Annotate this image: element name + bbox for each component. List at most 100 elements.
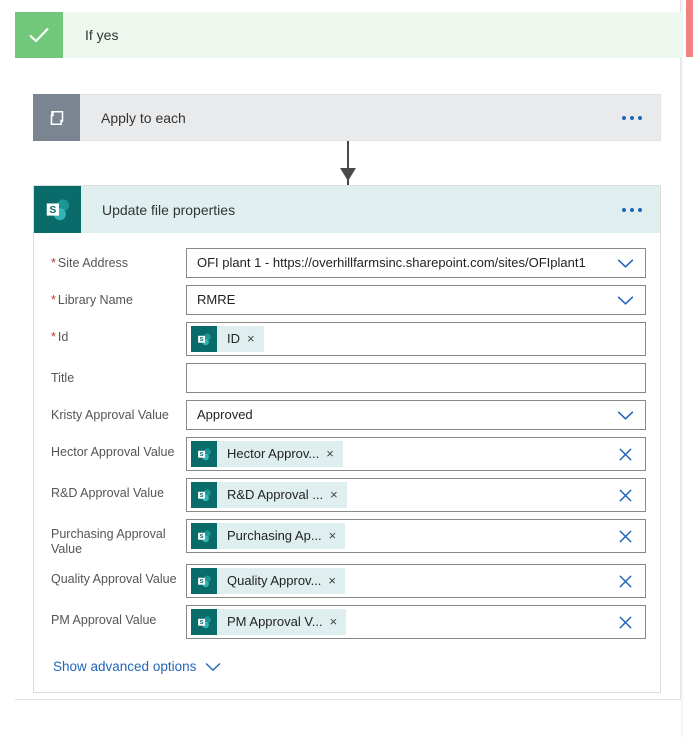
form-row: Purchasing Approval Value S Purchasing Ap.… [51,519,646,557]
svg-text:S: S [199,534,203,540]
chevron-down-icon[interactable] [605,258,645,269]
sharepoint-icon: S [191,523,217,549]
field-label: * Library Name [51,285,186,308]
dot [630,207,634,212]
form-row: Kristy Approval Value Approved [51,400,646,430]
field-label-text: Quality Approval Value [51,572,177,586]
sharepoint-icon: S [191,326,217,352]
dynamic-content-token[interactable]: S R&D Approval ... × [191,482,347,508]
clear-field-close-icon[interactable] [605,529,645,544]
field-label-text: Kristy Approval Value [51,408,169,422]
clear-field-close-icon[interactable] [605,488,645,503]
field-value[interactable]: OFI plant 1 - https://overhillfarmsinc.s… [187,249,605,277]
field-value[interactable]: Approved [187,401,605,429]
svg-text:S: S [199,579,203,585]
field-token-input[interactable]: S Quality Approv... × [186,564,646,598]
connector-arrow-icon [340,168,356,181]
token-remove-icon[interactable]: × [328,568,345,594]
dot [638,115,642,120]
token-remove-icon[interactable]: × [329,523,346,549]
svg-text:S: S [199,493,203,499]
field-token-input[interactable]: S ID × [186,322,646,356]
field-label: Purchasing Approval Value [51,519,186,557]
flow-designer-canvas: If yes Apply to each S Update file prope… [0,0,695,737]
token-label: Quality Approv... [227,573,322,588]
sharepoint-icon: S [191,441,217,467]
form-row: Title [51,363,646,393]
dot [622,115,626,120]
chevron-down-icon[interactable] [605,295,645,306]
apply-to-each-title: Apply to each [101,109,186,126]
dot [622,207,626,212]
token-label: R&D Approval ... [227,487,324,502]
chevron-down-icon[interactable] [605,410,645,421]
field-dropdown[interactable]: RMRE [186,285,646,315]
field-token-input[interactable]: S PM Approval V... × [186,605,646,639]
field-label: * Id [51,322,186,345]
if-yes-label: If yes [85,27,119,43]
dynamic-content-token[interactable]: S PM Approval V... × [191,609,347,635]
if-no-branch-column [683,0,695,480]
field-label: R&D Approval Value [51,478,186,501]
field-label-text: PM Approval Value [51,613,157,627]
field-label-text: Library Name [57,293,133,307]
token-remove-icon[interactable]: × [330,482,347,508]
apply-to-each-more-options-button[interactable] [622,115,642,120]
if-no-branch-accent [686,0,693,57]
required-asterisk: * [51,293,56,307]
svg-text:S: S [49,204,56,215]
dynamic-content-token[interactable]: S Quality Approv... × [191,568,346,594]
field-dropdown[interactable]: OFI plant 1 - https://overhillfarmsinc.s… [186,248,646,278]
token-label: PM Approval V... [227,614,323,629]
svg-text:S: S [199,620,203,626]
field-label-text: Site Address [57,256,129,270]
required-asterisk: * [51,256,56,270]
required-asterisk: * [51,330,56,344]
token-remove-icon[interactable]: × [326,441,343,467]
field-value[interactable]: RMRE [187,286,605,314]
dynamic-content-token[interactable]: S ID × [191,326,264,352]
field-label-text: R&D Approval Value [51,486,165,500]
dynamic-content-token[interactable]: S Hector Approv... × [191,441,343,467]
clear-field-close-icon[interactable] [605,447,645,462]
show-advanced-options-link[interactable]: Show advanced options [53,659,646,674]
field-label: Kristy Approval Value [51,400,186,423]
field-token-input[interactable]: S Purchasing Ap... × [186,519,646,553]
field-label: Title [51,363,186,386]
update-file-properties-title: Update file properties [102,201,236,218]
field-label-text: Hector Approval Value [51,445,175,459]
dynamic-content-token[interactable]: S Purchasing Ap... × [191,523,346,549]
field-label-text: Title [51,371,75,385]
form-row: R&D Approval Value S R&D Approval ... × [51,478,646,512]
clear-field-close-icon[interactable] [605,574,645,589]
sharepoint-icon: S [34,186,81,233]
form-row: * Site Address OFI plant 1 - https://overh… [51,248,646,278]
show-advanced-options-label: Show advanced options [53,659,197,674]
token-remove-icon[interactable]: × [247,326,264,352]
token-remove-icon[interactable]: × [330,609,347,635]
field-dropdown[interactable]: Approved [186,400,646,430]
field-label: Hector Approval Value [51,437,186,460]
checkmark-icon [15,12,63,58]
field-token-input[interactable]: S R&D Approval ... × [186,478,646,512]
form-row: PM Approval Value S PM Approval V... × [51,605,646,639]
token-label: ID [227,331,240,346]
token-label: Purchasing Ap... [227,528,322,543]
token-label: Hector Approv... [227,446,320,461]
field-token-input[interactable]: S Hector Approv... × [186,437,646,471]
chevron-down-icon [205,662,221,672]
update-file-properties-form: * Site Address OFI plant 1 - https://overh… [34,233,660,692]
field-text-input[interactable] [186,363,646,393]
update-file-properties-header[interactable]: S Update file properties [34,186,660,233]
field-label: * Site Address [51,248,186,271]
canvas-gutter [681,0,683,737]
field-label-text: Id [57,330,69,344]
update-file-properties-more-options-button[interactable] [622,207,642,212]
apply-to-each-card[interactable]: Apply to each [33,94,661,141]
if-yes-header[interactable]: If yes [15,12,681,58]
field-label-text: Purchasing Approval Value [51,527,166,556]
update-file-properties-card: S Update file properties * Site Address OF… [33,185,661,693]
clear-field-close-icon[interactable] [605,615,645,630]
dot [630,115,634,120]
sharepoint-icon: S [191,482,217,508]
